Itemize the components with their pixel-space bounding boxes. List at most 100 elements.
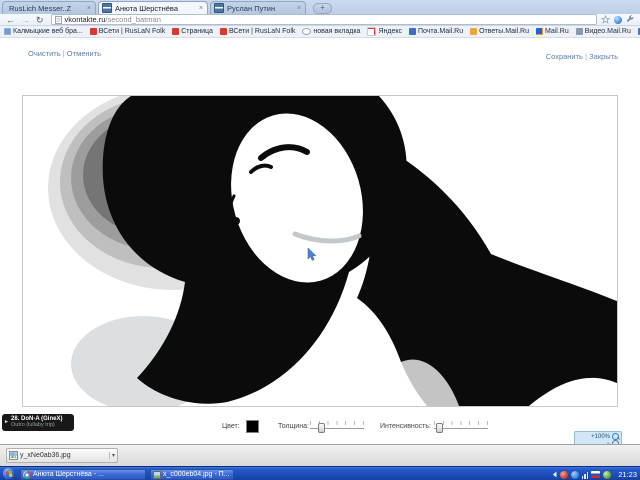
tray-signal-icon[interactable] bbox=[582, 471, 589, 479]
browser-toolbar: ← → ↻ vkontakte.ru/second_batman bbox=[0, 14, 640, 26]
yandex-icon bbox=[367, 27, 376, 36]
bookmark-label: Почта.Mail.Ru bbox=[418, 28, 463, 35]
taskbar-clock: 21:23 bbox=[618, 470, 637, 479]
separator: | bbox=[63, 49, 65, 58]
vk-favicon bbox=[102, 3, 112, 13]
intensity-slider-knob[interactable] bbox=[436, 423, 443, 433]
reload-button[interactable]: ↻ bbox=[36, 15, 44, 25]
start-button[interactable] bbox=[3, 468, 14, 479]
editor-header-right: Сохранить | Закрыть bbox=[546, 52, 618, 61]
thickness-label: Толщина: bbox=[278, 423, 309, 430]
task-label: x_c000eb04.jpg - П... bbox=[163, 471, 230, 478]
intensity-label: Интенсивность: bbox=[380, 423, 431, 430]
new-tab-icon bbox=[302, 28, 311, 35]
bookmark-item[interactable]: новая вкладка bbox=[302, 28, 360, 35]
image-viewer-icon bbox=[153, 471, 161, 479]
tab-strip: RusLich Messer..Z × Анюта Шерстнёва × Ру… bbox=[0, 0, 640, 14]
tray-green-orb-icon[interactable] bbox=[603, 471, 611, 479]
bookmark-label: ВСети | RusLaN Folk bbox=[99, 28, 165, 35]
bookmark-item[interactable]: ВСети | RusLaN Folk bbox=[220, 28, 295, 35]
drawing-canvas[interactable] bbox=[22, 95, 618, 407]
taskbar: Анюта Шерстнёва - ... x_c000eb04.jpg - П… bbox=[0, 466, 640, 480]
taskbar-task-image[interactable]: x_c000eb04.jpg - П... bbox=[150, 469, 234, 480]
intensity-slider[interactable] bbox=[434, 421, 488, 432]
tab-title: Руслан Путин bbox=[227, 4, 293, 13]
tab-title: Анюта Шерстнёва bbox=[115, 4, 195, 13]
play-icon: ► bbox=[4, 419, 9, 425]
bookmark-label: ВСети | RusLaN Folk bbox=[229, 28, 295, 35]
tab-close-icon[interactable]: × bbox=[86, 5, 92, 12]
close-link[interactable]: Закрыть bbox=[589, 52, 618, 61]
bookmark-item[interactable]: Видео.Mail.Ru bbox=[576, 28, 631, 35]
task-label: Анюта Шерстнёва - ... bbox=[33, 471, 104, 478]
thickness-slider-knob[interactable] bbox=[318, 423, 325, 433]
undo-link[interactable]: Отменить bbox=[67, 49, 101, 58]
color-label: Цвет: bbox=[222, 423, 240, 430]
graffiti-artwork bbox=[23, 96, 617, 406]
grid-icon bbox=[4, 28, 11, 35]
download-item[interactable]: y_xNe0ab36.jpg ▾ bbox=[6, 448, 118, 463]
bookmark-star-icon[interactable] bbox=[601, 15, 610, 24]
url-path: /second_batman bbox=[105, 15, 160, 24]
chrome-icon bbox=[23, 471, 31, 479]
tab-ruslan[interactable]: Руслан Путин × bbox=[210, 1, 306, 14]
video-icon bbox=[576, 28, 583, 35]
tray-flag-icon[interactable] bbox=[591, 471, 600, 478]
vseti-icon bbox=[172, 28, 179, 35]
tab-close-icon[interactable]: × bbox=[198, 5, 204, 12]
forward-button[interactable]: → bbox=[21, 15, 30, 25]
bookmark-item[interactable]: Почта.Mail.Ru bbox=[409, 28, 463, 35]
bookmark-label: Яндекс bbox=[378, 28, 402, 35]
screen: RusLich Messer..Z × Анюта Шерстнёва × Ру… bbox=[0, 0, 640, 480]
tab-close-icon[interactable]: × bbox=[296, 5, 302, 12]
track-subtitle: Outro (lullaby trip) bbox=[11, 422, 71, 428]
windows-logo-icon bbox=[5, 470, 12, 477]
color-swatch[interactable] bbox=[246, 420, 259, 433]
taskbar-task-browser[interactable]: Анюта Шерстнёва - ... bbox=[20, 469, 146, 480]
bookmark-item[interactable]: ВСети | RusLaN Folk bbox=[90, 28, 165, 35]
wrench-menu-icon[interactable] bbox=[626, 15, 635, 24]
download-shelf: y_xNe0ab36.jpg ▾ Все загрузки... × bbox=[0, 444, 640, 466]
save-link[interactable]: Сохранить bbox=[546, 52, 583, 61]
separator: | bbox=[585, 52, 587, 61]
tab-player[interactable]: RusLich Messer..Z × bbox=[2, 1, 96, 14]
bookmark-label: Калмыцкие веб бра... bbox=[13, 28, 83, 35]
vseti-icon bbox=[220, 28, 227, 35]
tray-red-orb-icon[interactable] bbox=[560, 471, 568, 479]
bookmark-item[interactable]: Ответы.Mail.Ru bbox=[470, 28, 529, 35]
vk-favicon bbox=[214, 3, 224, 13]
editor-toolbar: Цвет: Толщина: Интенсивность: bbox=[0, 416, 640, 438]
tray-blue-orb-icon[interactable] bbox=[571, 471, 579, 479]
bookmark-item[interactable]: Mail.Ru bbox=[536, 28, 569, 35]
thickness-slider[interactable] bbox=[310, 421, 364, 432]
tab-title: RusLich Messer..Z bbox=[9, 4, 83, 13]
bookmark-item[interactable]: Страница bbox=[172, 28, 213, 35]
vseti-icon bbox=[90, 28, 97, 35]
bookmark-item[interactable]: Калмыцкие веб бра... bbox=[4, 28, 83, 35]
music-player-overlay: ► 28. DoN-A (GineX) Outro (lullaby trip) bbox=[2, 414, 74, 431]
tab-anyuta[interactable]: Анюта Шерстнёва × bbox=[98, 1, 208, 14]
bookmark-item[interactable]: Яндекс bbox=[367, 27, 402, 36]
bookmark-label: Mail.Ru bbox=[545, 28, 569, 35]
bookmark-label: Страница bbox=[181, 28, 213, 35]
image-file-icon bbox=[9, 451, 18, 460]
mailru-icon bbox=[536, 28, 543, 35]
bookmark-label: Ответы.Mail.Ru bbox=[479, 28, 529, 35]
new-tab-button[interactable]: + bbox=[313, 3, 332, 14]
otvety-icon bbox=[470, 28, 477, 35]
bookmark-label: новая вкладка bbox=[313, 28, 360, 35]
clear-link[interactable]: Очистить bbox=[28, 49, 61, 58]
address-bar[interactable]: vkontakte.ru/second_batman bbox=[51, 14, 597, 25]
back-button[interactable]: ← bbox=[6, 15, 15, 25]
zoom-in-value: +100% bbox=[591, 434, 610, 440]
bookmark-label: Видео.Mail.Ru bbox=[585, 28, 631, 35]
magnifier-icon bbox=[612, 433, 619, 440]
download-menu-caret-icon[interactable]: ▾ bbox=[109, 452, 115, 459]
mail-at-icon bbox=[409, 28, 416, 35]
brush-cursor-icon bbox=[307, 248, 316, 266]
system-tray: 21:23 bbox=[552, 469, 637, 480]
tray-chevron-icon[interactable] bbox=[552, 471, 557, 478]
download-file-name: y_xNe0ab36.jpg bbox=[20, 452, 109, 459]
extension-globe-icon[interactable] bbox=[614, 16, 622, 24]
url-domain: vkontakte.ru bbox=[65, 15, 106, 24]
